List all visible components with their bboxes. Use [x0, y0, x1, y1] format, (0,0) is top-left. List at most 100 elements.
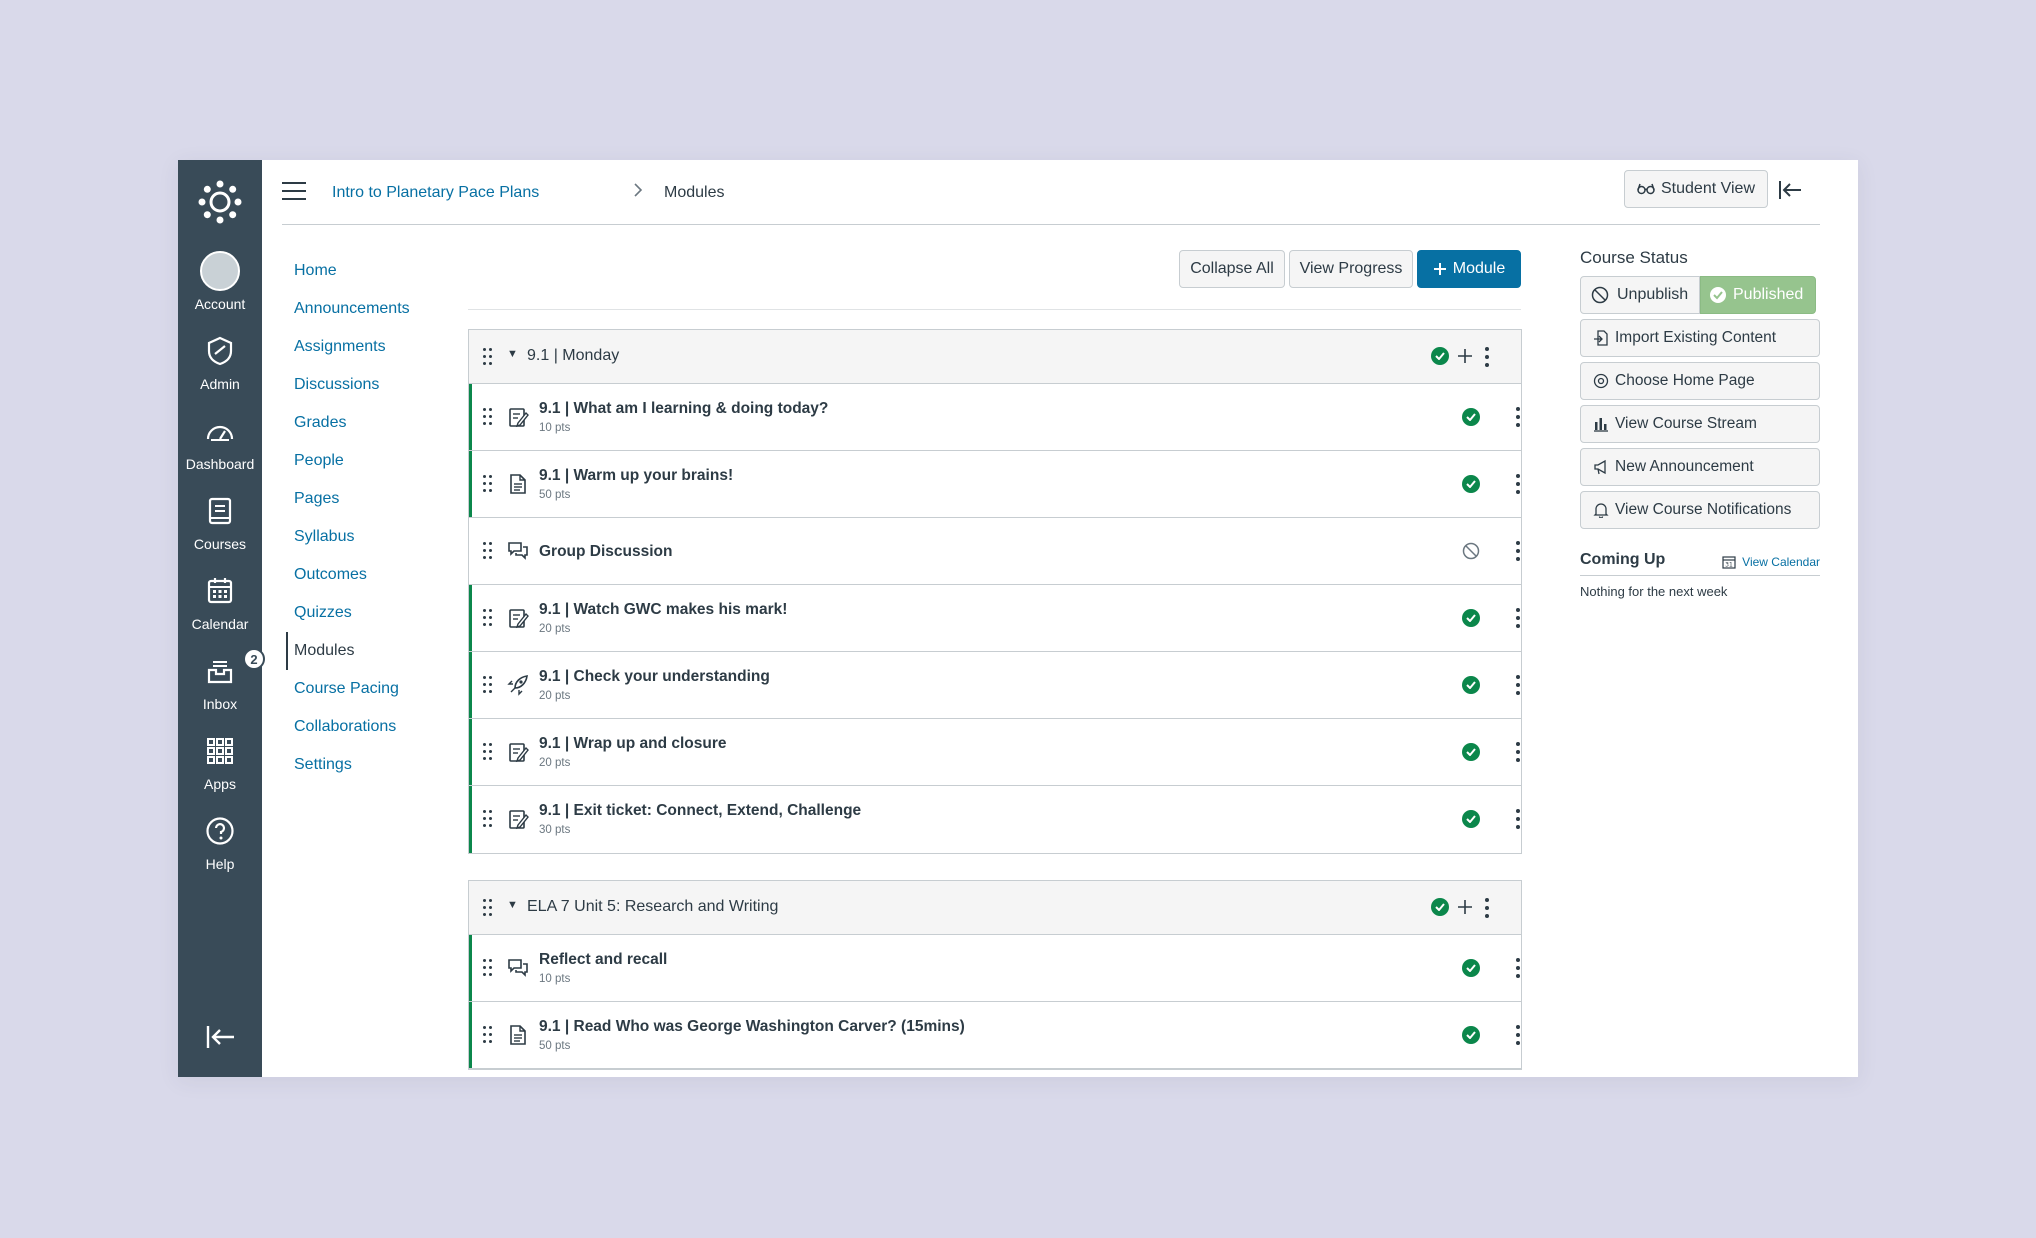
- drag-handle-icon[interactable]: [483, 408, 493, 426]
- drag-handle-icon[interactable]: [483, 542, 493, 560]
- drag-handle-icon[interactable]: [483, 810, 493, 828]
- global-nav-courses[interactable]: Courses: [178, 490, 262, 562]
- course-nav-collaborations[interactable]: Collaborations: [286, 708, 486, 746]
- module-header[interactable]: ▼ ELA 7 Unit 5: Research and Writing: [469, 881, 1521, 935]
- view-progress-button[interactable]: View Progress: [1289, 250, 1413, 288]
- course-nav-discussions[interactable]: Discussions: [286, 366, 486, 404]
- drag-handle-icon[interactable]: [483, 959, 493, 977]
- item-publish-status[interactable]: [1462, 475, 1480, 493]
- module-item-title[interactable]: 9.1 | Watch GWC makes his mark!: [539, 601, 787, 619]
- module-item-row[interactable]: 9.1 | Wrap up and closure 20 pts: [469, 719, 1521, 786]
- item-publish-status[interactable]: [1462, 959, 1480, 977]
- item-publish-status[interactable]: [1462, 676, 1480, 694]
- course-nav-course-pacing[interactable]: Course Pacing: [286, 670, 486, 708]
- course-nav-outcomes[interactable]: Outcomes: [286, 556, 486, 594]
- item-publish-status[interactable]: [1462, 609, 1480, 627]
- view-course-notifications-button[interactable]: View Course Notifications: [1580, 491, 1820, 529]
- student-view-button[interactable]: Student View: [1624, 170, 1768, 208]
- module-item-row[interactable]: 9.1 | Read Who was George Washington Car…: [469, 1002, 1521, 1069]
- item-options-icon[interactable]: [1513, 1024, 1523, 1046]
- assignment-icon: [509, 810, 529, 830]
- drag-handle-icon[interactable]: [483, 743, 493, 761]
- module-item-row[interactable]: 9.1 | Check your understanding 20 pts: [469, 652, 1521, 719]
- collapse-all-button[interactable]: Collapse All: [1179, 250, 1285, 288]
- published-check-icon: [1462, 743, 1480, 761]
- module-item-title[interactable]: 9.1 | Check your understanding: [539, 668, 770, 686]
- item-options-icon[interactable]: [1513, 741, 1523, 763]
- view-calendar-link[interactable]: 31 View Calendar: [1722, 555, 1820, 569]
- module-item-row[interactable]: 9.1 | Exit ticket: Connect, Extend, Chal…: [469, 786, 1521, 853]
- collapse-sidebar-icon[interactable]: [1776, 178, 1804, 202]
- module-item-title[interactable]: 9.1 | What am I learning & doing today?: [539, 400, 828, 418]
- module-item-row[interactable]: 9.1 | Warm up your brains! 50 pts: [469, 451, 1521, 518]
- course-nav-modules[interactable]: Modules: [286, 632, 486, 670]
- module-item-title[interactable]: 9.1 | Warm up your brains!: [539, 467, 733, 485]
- add-item-button[interactable]: [1453, 893, 1477, 921]
- module-options-icon[interactable]: [1482, 897, 1492, 919]
- module-item-title[interactable]: Group Discussion: [539, 543, 673, 561]
- course-nav-assignments[interactable]: Assignments: [286, 328, 486, 366]
- module-header[interactable]: ▼ 9.1 | Monday: [469, 330, 1521, 384]
- global-nav-help[interactable]: Help: [178, 810, 262, 882]
- course-nav-syllabus[interactable]: Syllabus: [286, 518, 486, 556]
- course-nav-settings[interactable]: Settings: [286, 746, 486, 784]
- module-item-row[interactable]: Reflect and recall 10 pts: [469, 935, 1521, 1002]
- item-options-icon[interactable]: [1513, 406, 1523, 428]
- drag-handle-icon[interactable]: [483, 609, 493, 627]
- item-options-icon[interactable]: [1513, 808, 1523, 830]
- course-nav-home[interactable]: Home: [286, 252, 486, 290]
- item-publish-status[interactable]: [1462, 408, 1480, 426]
- breadcrumb-course-link[interactable]: Intro to Planetary Pace Plans: [332, 184, 539, 202]
- coming-up-empty-text: Nothing for the next week: [1580, 584, 1728, 599]
- course-nav-people[interactable]: People: [286, 442, 486, 480]
- course-nav-quizzes[interactable]: Quizzes: [286, 594, 486, 632]
- global-nav-account[interactable]: Account: [178, 250, 262, 322]
- add-item-button[interactable]: [1453, 342, 1477, 370]
- drag-handle-icon[interactable]: [483, 676, 493, 694]
- import-existing-content-button[interactable]: Import Existing Content: [1580, 319, 1820, 357]
- drag-handle-icon[interactable]: [483, 899, 493, 917]
- module-item-row[interactable]: Group Discussion: [469, 518, 1521, 585]
- add-module-button[interactable]: Module: [1417, 250, 1521, 288]
- collapse-nav-icon[interactable]: [202, 1022, 238, 1052]
- module-options-icon[interactable]: [1482, 346, 1492, 368]
- global-nav-calendar[interactable]: Calendar: [178, 570, 262, 642]
- view-course-stream-button[interactable]: View Course Stream: [1580, 405, 1820, 443]
- choose-home-page-button[interactable]: Choose Home Page: [1580, 362, 1820, 400]
- hamburger-menu-icon[interactable]: [282, 182, 306, 202]
- module-item-title[interactable]: 9.1 | Wrap up and closure: [539, 735, 727, 753]
- global-nav-dashboard[interactable]: Dashboard: [178, 410, 262, 482]
- item-options-icon[interactable]: [1513, 607, 1523, 629]
- module-item-title[interactable]: 9.1 | Exit ticket: Connect, Extend, Chal…: [539, 802, 861, 820]
- item-publish-status[interactable]: [1462, 1026, 1480, 1044]
- course-nav-pages[interactable]: Pages: [286, 480, 486, 518]
- canvas-logo-icon[interactable]: [198, 180, 242, 224]
- item-options-icon[interactable]: [1513, 957, 1523, 979]
- item-options-icon[interactable]: [1513, 540, 1523, 562]
- module-item-title[interactable]: Reflect and recall: [539, 951, 667, 969]
- item-publish-status[interactable]: [1462, 542, 1480, 565]
- item-options-icon[interactable]: [1513, 674, 1523, 696]
- global-nav-apps[interactable]: Apps: [178, 730, 262, 802]
- caret-down-icon[interactable]: ▼: [507, 348, 518, 360]
- item-publish-status[interactable]: [1462, 810, 1480, 828]
- drag-handle-icon[interactable]: [483, 475, 493, 493]
- published-button[interactable]: Published: [1700, 276, 1816, 314]
- course-nav-announcements[interactable]: Announcements: [286, 290, 486, 328]
- item-publish-status[interactable]: [1462, 743, 1480, 761]
- module-card: ▼ 9.1 | Monday 9.1 | What am I learning …: [468, 329, 1522, 854]
- drag-handle-icon[interactable]: [483, 1026, 493, 1044]
- module-publish-status[interactable]: [1431, 898, 1449, 916]
- unpublish-button[interactable]: Unpublish: [1580, 276, 1700, 314]
- module-item-row[interactable]: 9.1 | Watch GWC makes his mark! 20 pts: [469, 585, 1521, 652]
- item-options-icon[interactable]: [1513, 473, 1523, 495]
- module-item-title[interactable]: 9.1 | Read Who was George Washington Car…: [539, 1018, 965, 1036]
- module-item-row[interactable]: 9.1 | What am I learning & doing today? …: [469, 384, 1521, 451]
- course-nav-grades[interactable]: Grades: [286, 404, 486, 442]
- caret-down-icon[interactable]: ▼: [507, 899, 518, 911]
- global-nav-inbox[interactable]: 2 Inbox: [178, 648, 265, 722]
- new-announcement-button[interactable]: New Announcement: [1580, 448, 1820, 486]
- module-publish-status[interactable]: [1431, 347, 1449, 365]
- drag-handle-icon[interactable]: [483, 348, 493, 366]
- global-nav-admin[interactable]: Admin: [178, 330, 262, 402]
